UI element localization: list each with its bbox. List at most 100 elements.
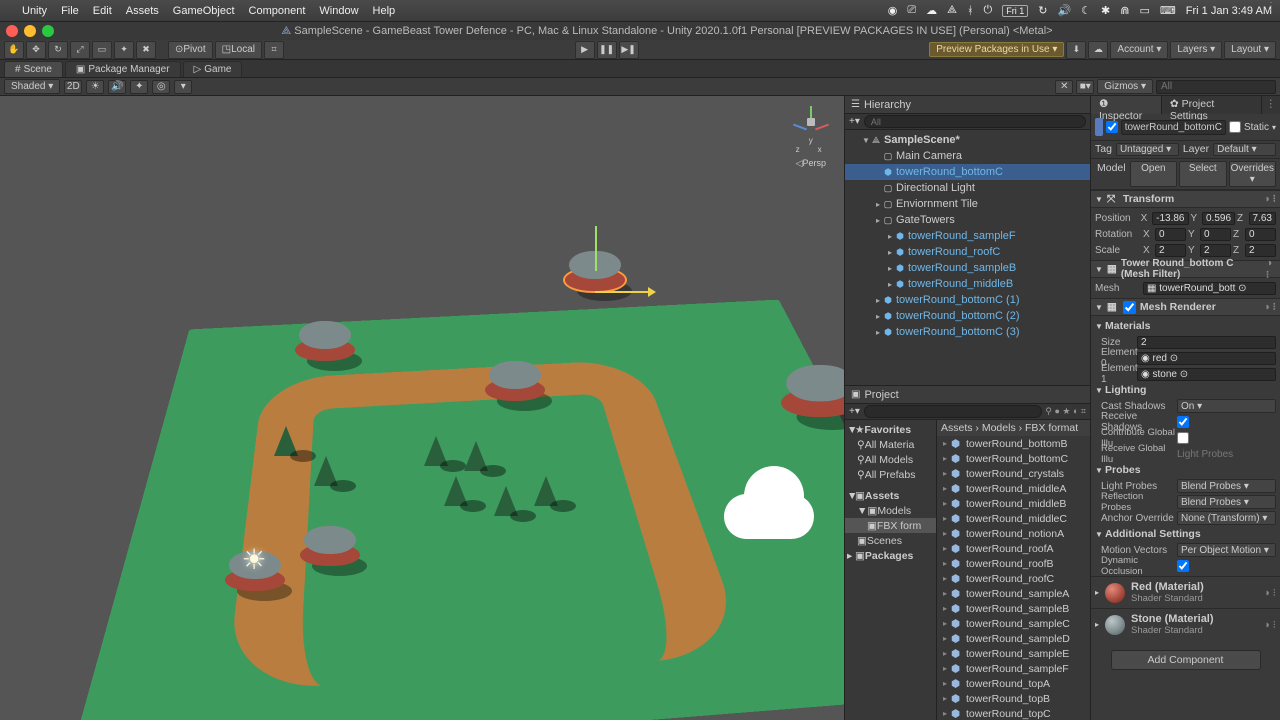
project-file-item[interactable]: ▸⬢towerRound_sampleB	[937, 601, 1090, 616]
gameobject-icon[interactable]	[1095, 118, 1103, 136]
material-element1-field[interactable]: ◉ stone ⊙	[1137, 368, 1276, 381]
hierarchy-item[interactable]: ▸⬢towerRound_bottomC (1)	[845, 292, 1090, 308]
static-checkbox[interactable]	[1229, 121, 1241, 133]
scale-y-field[interactable]: 2	[1200, 244, 1231, 257]
meshrenderer-checkbox[interactable]	[1123, 301, 1136, 314]
project-breadcrumb[interactable]: Assets › Models › FBX format	[937, 420, 1090, 436]
snap-button[interactable]: ⌗	[264, 41, 284, 59]
hand-tool-button[interactable]: ✋	[4, 41, 24, 59]
project-file-item[interactable]: ▸⬢towerRound_notionA	[937, 526, 1090, 541]
tree-object[interactable]	[440, 466, 472, 506]
rect-tool-button[interactable]: ▭	[92, 41, 112, 59]
fav-item[interactable]: ⚲ All Materia	[845, 437, 936, 452]
project-add-button[interactable]: +▾	[849, 406, 860, 417]
step-button[interactable]: ▶❚	[619, 41, 639, 59]
model-overrides-button[interactable]: Overrides ▾	[1229, 161, 1276, 187]
gizmo-y-axis[interactable]	[595, 226, 597, 271]
panel-menu-icon[interactable]: ⋮	[1266, 1, 1278, 12]
tower-object[interactable]	[300, 526, 360, 566]
refresh-icon[interactable]: ↻	[1038, 4, 1047, 17]
project-file-item[interactable]: ▸⬢towerRound_sampleE	[937, 646, 1090, 661]
tree-object[interactable]	[270, 416, 302, 456]
project-filters[interactable]: ⚲ ● ★ ◐ ⌗	[1045, 406, 1086, 417]
favorites-folder[interactable]: ▼★ Favorites	[845, 422, 936, 437]
audio-toggle[interactable]: 🔊	[108, 80, 126, 94]
moon-icon[interactable]: ☾	[1081, 4, 1091, 17]
tree-object[interactable]	[530, 466, 562, 506]
tab-inspector[interactable]: ❶ Inspector	[1091, 96, 1162, 114]
scene-search-input[interactable]	[1156, 80, 1276, 94]
transform-component-header[interactable]: ▼⤧ Transform ◑ ⁝	[1091, 190, 1280, 208]
2d-toggle[interactable]: 2D	[64, 80, 82, 94]
project-file-item[interactable]: ▸⬢towerRound_topA	[937, 676, 1090, 691]
dynamic-occlusion-checkbox[interactable]	[1177, 560, 1189, 572]
layer-dropdown[interactable]: Default ▾	[1213, 143, 1276, 156]
fav-item[interactable]: ⚲ All Prefabs	[845, 467, 936, 482]
volume-icon[interactable]: 🔊	[1057, 4, 1071, 17]
model-select-button[interactable]: Select	[1179, 161, 1226, 187]
hierarchy-panel-header[interactable]: ☰ Hierarchy ⋮	[845, 96, 1090, 114]
scale-z-field[interactable]: 2	[1245, 244, 1276, 257]
position-x-field[interactable]: -13.86	[1152, 212, 1188, 225]
hierarchy-item[interactable]: ▸⬢towerRound_middleB	[845, 276, 1090, 292]
pivot-toggle[interactable]: ⊙ Pivot	[168, 41, 213, 59]
tag-dropdown[interactable]: Untagged ▾	[1116, 143, 1179, 156]
cloud-button[interactable]: ☁	[1088, 41, 1108, 59]
calendar-icon[interactable]: Fri 1	[1002, 5, 1028, 17]
project-panel-header[interactable]: ▣ Project ⋮	[845, 386, 1090, 404]
material-red[interactable]: ▸ Red (Material)Shader Standard ◑ ⁝	[1091, 576, 1280, 608]
menu-help[interactable]: Help	[373, 5, 396, 17]
hierarchy-item[interactable]: ▢Main Camera	[845, 148, 1090, 164]
wifi-icon[interactable]: ⋒	[1120, 4, 1129, 17]
tab-project-settings[interactable]: ✿ Project Settings	[1162, 96, 1262, 114]
rotate-tool-button[interactable]: ↻	[48, 41, 68, 59]
hierarchy-item[interactable]: ▢Directional Light	[845, 180, 1090, 196]
rotation-y-field[interactable]: 0	[1200, 228, 1231, 241]
gate-tower-object[interactable]	[781, 365, 844, 417]
project-file-item[interactable]: ▸⬢towerRound_sampleD	[937, 631, 1090, 646]
pause-button[interactable]: ❚❚	[597, 41, 617, 59]
tab-game[interactable]: ▷Game	[183, 61, 243, 77]
tower-object[interactable]	[485, 361, 545, 401]
shading-mode-dropdown[interactable]: Shaded ▾	[4, 79, 60, 94]
fx-toggle[interactable]: ✦	[130, 80, 148, 94]
hierarchy-item[interactable]: ⬢towerRound_bottomC	[845, 164, 1090, 180]
scene-x-button[interactable]: ✕	[1055, 80, 1073, 94]
tree-object[interactable]	[420, 426, 452, 466]
menu-unity[interactable]: Unity	[22, 5, 47, 17]
receive-shadows-checkbox[interactable]	[1177, 416, 1189, 428]
close-window-button[interactable]	[6, 25, 18, 37]
project-file-item[interactable]: ▸⬢towerRound_sampleF	[937, 661, 1090, 676]
cloud-icon[interactable]: ☁	[926, 4, 937, 17]
menu-assets[interactable]: Assets	[126, 5, 159, 17]
panel-menu-icon[interactable]: ⋮	[1262, 96, 1280, 114]
rotation-x-field[interactable]: 0	[1155, 228, 1186, 241]
account-dropdown[interactable]: Account ▾	[1110, 41, 1168, 59]
model-open-button[interactable]: Open	[1130, 161, 1177, 187]
project-file-item[interactable]: ▸⬢towerRound_sampleC	[937, 616, 1090, 631]
gizmos-dropdown[interactable]: Gizmos ▾	[1097, 79, 1153, 94]
materials-size-field[interactable]: 2	[1137, 336, 1276, 349]
position-y-field[interactable]: 0.596	[1202, 212, 1235, 225]
project-file-item[interactable]: ▸⬢towerRound_sampleA	[937, 586, 1090, 601]
assets-folder[interactable]: ▼▣ Assets	[845, 488, 936, 503]
hierarchy-item[interactable]: ▸⬢towerRound_sampleB	[845, 260, 1090, 276]
position-z-field[interactable]: 7.63	[1249, 212, 1276, 225]
material-element0-field[interactable]: ◉ red ⊙	[1137, 352, 1276, 365]
menu-component[interactable]: Component	[249, 5, 306, 17]
project-file-item[interactable]: ▸⬢towerRound_crystals	[937, 466, 1090, 481]
anchor-override-dropdown[interactable]: None (Transform) ▾	[1177, 511, 1276, 525]
project-file-item[interactable]: ▸⬢towerRound_topC	[937, 706, 1090, 720]
orientation-gizmo[interactable]: y zx ◁Persp	[796, 110, 826, 169]
toggle-icon[interactable]: ⏻	[984, 4, 993, 17]
hierarchy-item[interactable]: ▸▢GateTowers	[845, 212, 1090, 228]
project-search-input[interactable]	[864, 405, 1043, 418]
menu-edit[interactable]: Edit	[93, 5, 112, 17]
menu-gameobject[interactable]: GameObject	[173, 5, 235, 17]
custom-tool-button[interactable]: ✖	[136, 41, 156, 59]
directional-light-gizmo-icon[interactable]: ☀	[230, 536, 278, 584]
project-file-list[interactable]: Assets › Models › FBX format ▸⬢towerRoun…	[937, 420, 1090, 720]
input-icon[interactable]: ⌨	[1160, 4, 1176, 17]
gameobject-active-checkbox[interactable]	[1106, 121, 1118, 133]
minimize-window-button[interactable]	[24, 25, 36, 37]
